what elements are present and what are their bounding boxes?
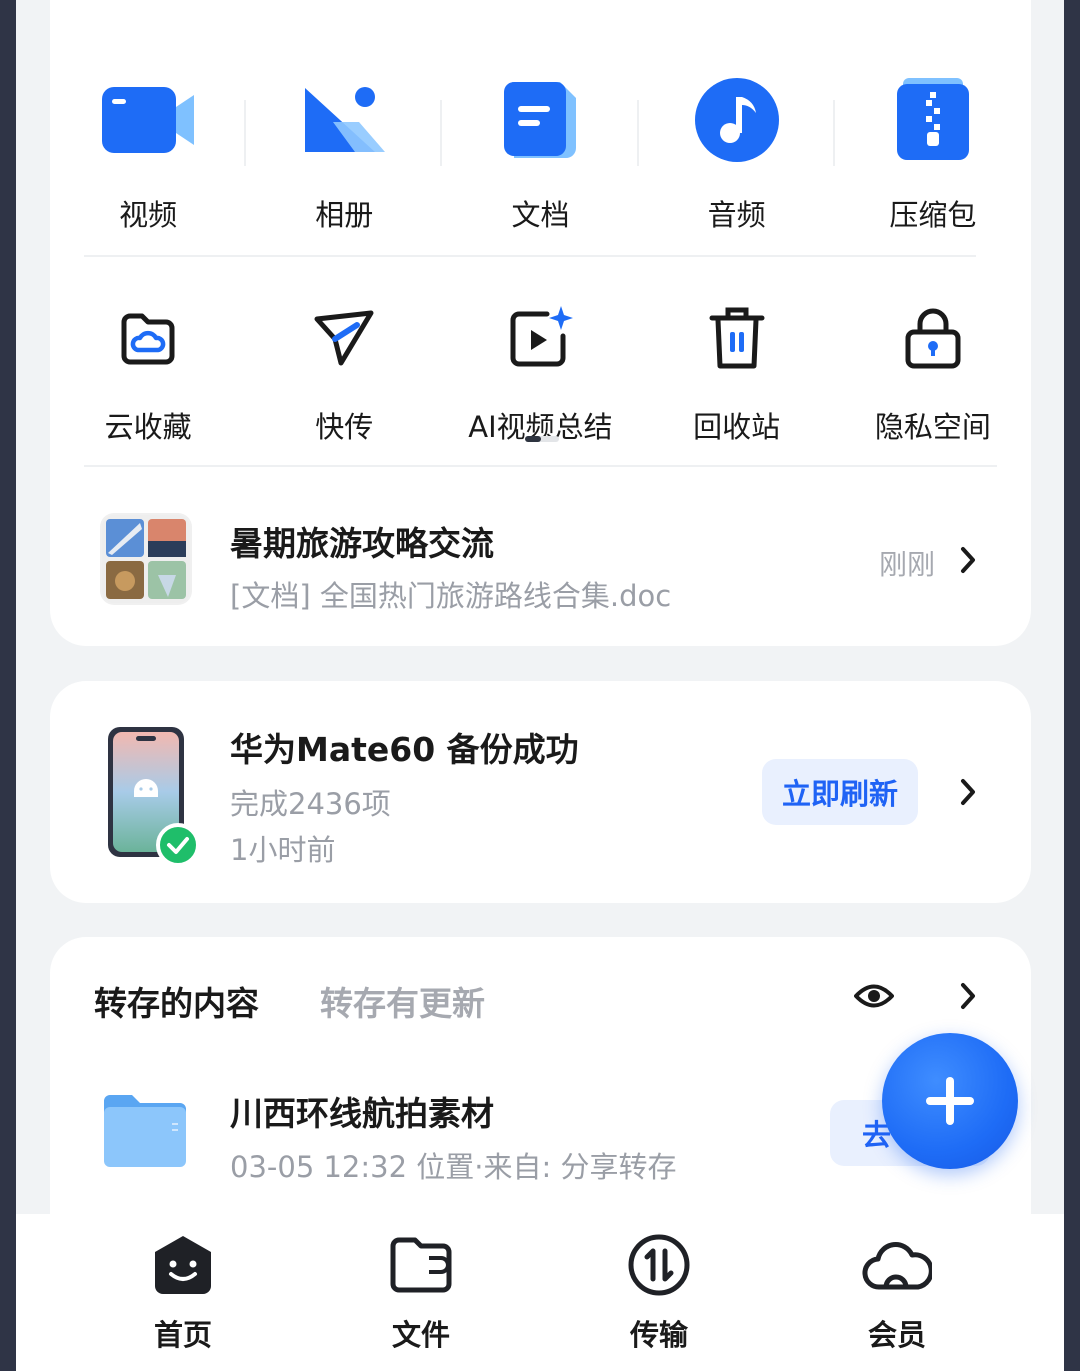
recent-thumbnail: [102, 515, 190, 603]
tool-label: 隐私空间: [874, 410, 991, 444]
tab-home[interactable]: 首页: [64, 1214, 302, 1371]
tool-private-space[interactable]: 隐私空间: [835, 288, 1031, 446]
eye-icon[interactable]: [854, 979, 894, 1013]
quick-send-icon: [294, 288, 394, 388]
folder-icon: [102, 1093, 188, 1169]
tab-transfer[interactable]: 传输: [540, 1214, 778, 1371]
divider: [84, 255, 976, 257]
page-indicator: [525, 436, 559, 442]
recent-title: 暑期旅游攻略交流: [230, 524, 494, 563]
tool-label: 文档: [511, 198, 570, 232]
member-icon: [862, 1230, 932, 1300]
tool-trash[interactable]: 回收站: [639, 288, 835, 446]
add-button[interactable]: [882, 1033, 1018, 1169]
saved-item-meta: 03-05 12:32 位置·来自: 分享转存: [230, 1150, 677, 1184]
tool-label: 云收藏: [104, 410, 192, 444]
backup-card[interactable]: 华为Mate60 备份成功 完成2436项 1小时前 立即刷新: [50, 681, 1031, 903]
chevron-right-icon[interactable]: [958, 981, 978, 1011]
tab-label: 文件: [391, 1318, 450, 1352]
divider: [84, 465, 997, 467]
tool-quick-send[interactable]: 快传: [246, 288, 442, 446]
app-screen: 视频 相册 文档 音频 压缩包 云收藏 快传 AI视频总结 回收站 隐私空间 暑…: [16, 0, 1064, 1371]
tools-card: 视频 相册 文档 音频 压缩包 云收藏 快传 AI视频总结 回收站 隐私空间 暑…: [50, 0, 1031, 646]
tool-label: 快传: [315, 410, 374, 444]
success-check-icon: [156, 823, 200, 867]
tool-zip[interactable]: 压缩包: [835, 70, 1031, 234]
backup-time: 1小时前: [230, 833, 336, 867]
audio-icon: [687, 70, 787, 170]
tool-album[interactable]: 相册: [246, 70, 443, 234]
album-icon: [294, 70, 394, 170]
trash-icon: [687, 288, 787, 388]
chevron-right-icon[interactable]: [958, 777, 978, 807]
tools-row-secondary: 云收藏 快传 AI视频总结 回收站 隐私空间: [50, 288, 1031, 446]
tab-label: 会员: [867, 1318, 926, 1352]
recent-subtitle: [文档] 全国热门旅游路线合集.doc: [230, 579, 672, 613]
video-icon: [98, 70, 198, 170]
tool-label: 相册: [315, 198, 374, 232]
chevron-right-icon: [961, 547, 975, 573]
refresh-now-button[interactable]: 立即刷新: [762, 759, 918, 825]
tool-audio[interactable]: 音频: [639, 70, 835, 234]
files-icon: [386, 1230, 456, 1300]
plus-icon: [926, 1077, 974, 1125]
home-icon: [148, 1230, 218, 1300]
bottom-tab-bar: 首页 文件 传输 会员: [16, 1214, 1064, 1371]
recent-time: 刚刚: [878, 548, 935, 581]
tools-row-primary: 视频 相册 文档 音频 压缩包: [50, 70, 1031, 234]
tab-label: 首页: [153, 1318, 212, 1352]
zip-icon: [883, 70, 983, 170]
tab-saved-content[interactable]: 转存的内容: [94, 977, 259, 1025]
tool-label: 音频: [707, 198, 766, 232]
transfer-icon: [624, 1230, 694, 1300]
tool-document[interactable]: 文档: [442, 70, 639, 234]
tool-ai-video-summary[interactable]: AI视频总结: [442, 288, 638, 446]
tool-label: 回收站: [693, 410, 781, 444]
document-icon: [490, 70, 590, 170]
recent-item[interactable]: 暑期旅游攻略交流 [文档] 全国热门旅游路线合集.doc 刚刚: [50, 505, 1031, 615]
tab-label: 传输: [629, 1318, 688, 1352]
tool-label: 压缩包: [889, 198, 977, 232]
tab-saved-updates[interactable]: 转存有更新: [320, 977, 485, 1025]
cloud-favorite-icon: [98, 288, 198, 388]
ai-video-summary-icon: [490, 288, 590, 388]
tool-cloud-favorite[interactable]: 云收藏: [50, 288, 246, 446]
tab-files[interactable]: 文件: [302, 1214, 540, 1371]
backup-title: 华为Mate60 备份成功: [230, 730, 579, 769]
tool-video[interactable]: 视频: [50, 70, 247, 234]
backup-count: 完成2436项: [230, 787, 391, 821]
tab-member[interactable]: 会员: [778, 1214, 1016, 1371]
saved-item-title[interactable]: 川西环线航拍素材: [230, 1087, 494, 1135]
tool-label: 视频: [119, 198, 178, 232]
lock-icon: [883, 288, 983, 388]
